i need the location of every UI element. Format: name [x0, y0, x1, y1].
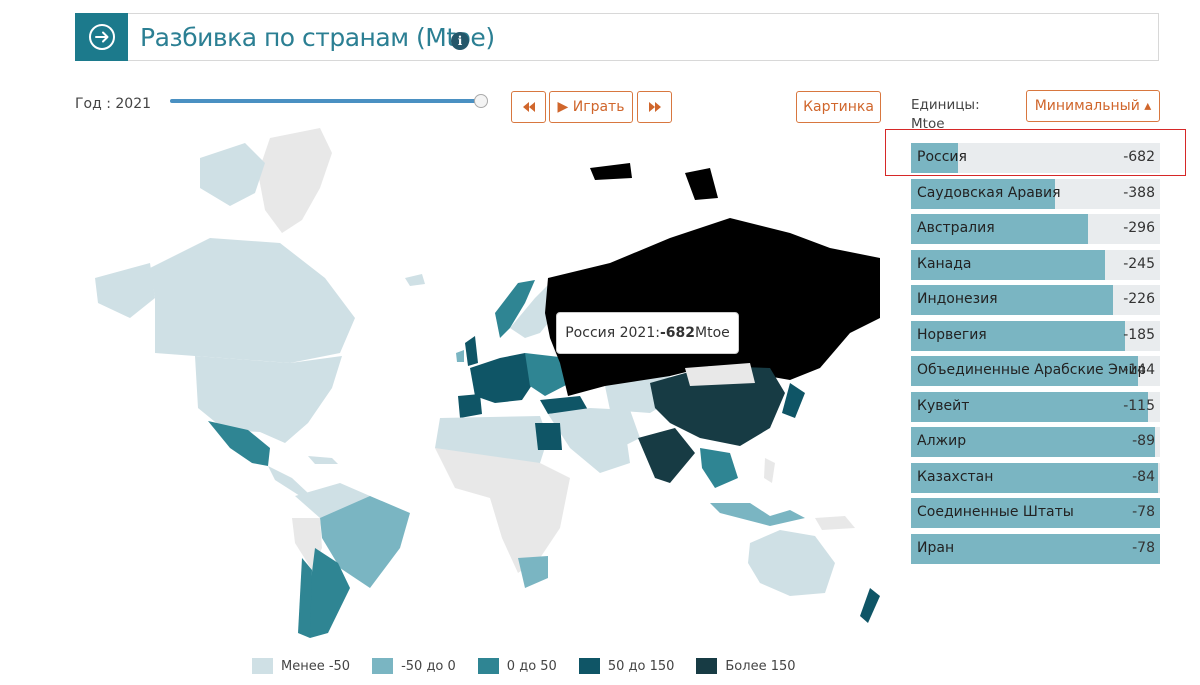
map-uk	[465, 336, 478, 366]
tooltip-suffix: Mtoe	[695, 325, 730, 341]
country-row[interactable]: Иран -78	[911, 533, 1160, 564]
country-name: Казахстан	[917, 468, 994, 485]
map-south-africa	[518, 556, 548, 588]
country-row[interactable]: Кувейт -115	[911, 391, 1160, 422]
country-value: -296	[1123, 220, 1155, 236]
country-row[interactable]: Объединенные Арабские Эмираты-144	[911, 356, 1160, 386]
map-southeast-asia	[700, 448, 738, 488]
map-chile	[298, 558, 312, 638]
country-value: -185	[1123, 326, 1155, 343]
map-caribbean	[308, 456, 338, 464]
country-value: -89	[1132, 433, 1155, 449]
country-name: Индонезия	[917, 291, 998, 307]
legend-label: 0 до 50	[506, 658, 557, 674]
legend-swatch	[477, 658, 499, 674]
legend-item[interactable]: -50 до 0	[372, 658, 456, 674]
country-row[interactable]: Саудовская Аравия -388	[911, 178, 1160, 209]
country-row[interactable]: Норвегия -185	[911, 320, 1160, 351]
country-row[interactable]: Канада -245	[911, 249, 1160, 280]
legend-swatch	[252, 658, 273, 674]
map-iceland	[405, 274, 425, 286]
country-row[interactable]: Соединенные Штаты -78	[911, 498, 1160, 528]
map-japan	[782, 383, 805, 418]
legend-swatch	[372, 658, 394, 674]
country-row[interactable]: Индонезия -226	[911, 285, 1160, 315]
map-australia	[748, 530, 835, 596]
map-russia-islands	[590, 163, 718, 200]
legend-swatch	[578, 658, 600, 674]
map-iberia	[458, 394, 482, 418]
legend-swatch	[696, 658, 718, 674]
info-icon[interactable]: i	[451, 32, 469, 50]
country-name: Кувейт	[917, 397, 970, 414]
country-name: Канада	[917, 255, 972, 272]
sort-dropdown-button[interactable]: Минимальный ▴	[1026, 90, 1160, 122]
legend-label: -50 до 0	[401, 658, 456, 674]
fast-backward-icon	[522, 102, 535, 112]
country-name: Алжир	[917, 433, 967, 449]
legend-item[interactable]: Менее -50	[252, 658, 350, 674]
legend-item[interactable]: Более 150	[696, 658, 796, 674]
country-name: Соединенные Штаты	[917, 504, 1074, 520]
legend-item[interactable]: 0 до 50	[477, 658, 557, 674]
year-label: Год : 2021	[75, 96, 152, 112]
map-ireland	[456, 350, 464, 362]
country-value: -78	[1132, 504, 1155, 520]
country-value: -245	[1123, 255, 1155, 272]
country-value: -226	[1123, 291, 1155, 307]
country-name: Австралия	[917, 220, 995, 236]
legend-item[interactable]: 50 до 150	[578, 658, 675, 674]
highlight-box	[885, 129, 1186, 176]
map-india	[638, 428, 695, 483]
country-value: -78	[1132, 539, 1155, 556]
units-label-title: Единицы:	[911, 97, 980, 113]
map-indonesia	[710, 503, 805, 526]
country-value: -84	[1132, 468, 1155, 485]
page-title: Разбивка по странам (Mtoe)	[140, 23, 495, 52]
arrow-right-circle-icon[interactable]	[75, 13, 128, 61]
country-value: -144	[1123, 362, 1155, 378]
country-row[interactable]: Австралия -296	[911, 214, 1160, 244]
year-slider-track[interactable]	[170, 99, 482, 103]
country-name: Саудовская Аравия	[917, 184, 1061, 201]
map-central-america	[268, 466, 308, 496]
country-name: Иран	[917, 539, 955, 556]
legend-label: Более 150	[725, 658, 796, 674]
map-greenland	[258, 128, 332, 233]
map-egypt	[535, 423, 562, 450]
map-canada	[150, 238, 355, 363]
country-name: Объединенные Арабские Эмираты	[917, 362, 1145, 378]
legend-label: Менее -50	[281, 658, 351, 674]
country-row[interactable]: Казахстан -84	[911, 462, 1160, 493]
map-philippines	[764, 458, 775, 483]
section-header: Разбивка по странам (Mtoe) i	[75, 13, 1159, 61]
map-tooltip: Россия 2021: -682 Mtoe	[556, 312, 739, 354]
country-name: Норвегия	[917, 326, 987, 343]
map-new-zealand	[860, 588, 880, 623]
fast-forward-icon	[648, 102, 661, 112]
year-slider-handle[interactable]	[474, 94, 488, 108]
map-alaska	[95, 263, 155, 318]
map-legend: Менее -50 -50 до 0 0 до 50 50 до 150 Более 1…	[252, 658, 818, 674]
tooltip-value: -682	[659, 325, 695, 341]
map-canada-islands	[200, 143, 265, 206]
tooltip-prefix: Россия 2021:	[565, 325, 660, 341]
map-sub-saharan-africa	[435, 448, 570, 573]
country-value: -388	[1123, 184, 1155, 201]
country-value: -115	[1123, 397, 1155, 414]
world-map[interactable]	[70, 118, 885, 638]
map-papua	[815, 516, 855, 530]
legend-label: 50 до 150	[607, 658, 675, 674]
country-row[interactable]: Алжир -89	[911, 427, 1160, 457]
country-ranking-list: Россия -682 Саудовская Аравия -388 Австралия…	[911, 143, 1160, 569]
